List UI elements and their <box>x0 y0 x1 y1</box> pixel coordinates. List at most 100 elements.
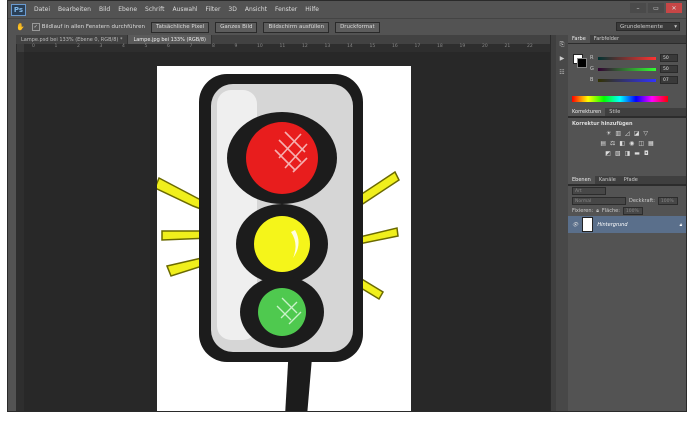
selective-color-icon[interactable]: ◘ <box>644 150 649 157</box>
canvas-area[interactable] <box>24 52 550 411</box>
tab-korrekturen[interactable]: Korrekturen <box>568 108 606 116</box>
photoshop-logo: Ps <box>11 3 26 16</box>
print-size-button[interactable]: Druckformat <box>335 21 380 33</box>
ruler-tick-label: 2 <box>77 44 80 49</box>
brightness-icon[interactable]: ☀ <box>606 130 611 137</box>
slider-b-value[interactable]: 07 <box>660 76 678 84</box>
menu-bar: Ps Datei Bearbeiten Bild Ebene Schrift A… <box>8 1 686 18</box>
actual-pixels-button[interactable]: Tatsächliche Pixel <box>151 21 210 33</box>
fit-screen-button[interactable]: Ganzes Bild <box>215 21 258 33</box>
gradient-map-icon[interactable]: ▬ <box>634 150 640 157</box>
posterize-icon[interactable]: ▧ <box>615 150 621 157</box>
tab-farbfelder[interactable]: Farbfelder <box>590 35 623 43</box>
layers-panel: Art Normal Deckkraft: 100% Fixieren: 🔒︎ … <box>568 185 686 233</box>
yellow-light <box>254 216 310 272</box>
fill-field[interactable]: 100% <box>622 207 643 215</box>
menu-filter[interactable]: Filter <box>202 6 225 13</box>
color-lookup-icon[interactable]: ▦ <box>648 140 654 147</box>
opacity-field[interactable]: 100% <box>657 197 678 205</box>
slider-r-track[interactable] <box>598 56 656 60</box>
fill-label: Fläche: <box>601 208 620 214</box>
restore-button[interactable]: ▭ <box>648 3 664 13</box>
properties-icon[interactable]: ☷ <box>558 69 566 77</box>
tab-stile[interactable]: Stile <box>605 108 624 116</box>
threshold-icon[interactable]: ◨ <box>625 150 631 157</box>
scroll-all-checkbox[interactable]: ✓ <box>31 23 40 31</box>
color-spectrum[interactable] <box>572 96 668 102</box>
curves-icon[interactable]: ◿ <box>625 130 630 137</box>
layer-row-background[interactable]: 👁︎ Hintergrund 🔒︎ <box>568 216 686 233</box>
hue-saturation-icon[interactable]: ▤ <box>600 140 606 147</box>
ruler-tick-label: 11 <box>279 44 286 49</box>
menu-ansicht[interactable]: Ansicht <box>241 6 271 13</box>
slider-g[interactable]: G 50 <box>590 65 678 73</box>
document-tabs: Lampe.psd bei 133% (Ebene 0, RGB/8) * La… <box>16 35 550 44</box>
blend-row: Normal Deckkraft: 100% <box>568 196 686 206</box>
scroll-all-label: Bildlauf in allen Fenstern durchführen <box>41 24 145 30</box>
workspace-select[interactable]: Grundelemente ▾ <box>616 22 680 31</box>
tab-pfade[interactable]: Pfade <box>620 176 642 184</box>
document-canvas[interactable] <box>157 66 411 411</box>
tab-ebenen[interactable]: Ebenen <box>568 176 595 184</box>
layer-name[interactable]: Hintergrund <box>597 222 627 228</box>
menu-auswahl[interactable]: Auswahl <box>168 6 201 13</box>
menu-hilfe[interactable]: Hilfe <box>301 6 323 13</box>
ruler-tick-label: 9 <box>234 44 238 49</box>
ruler-tick-label: 5 <box>144 44 148 49</box>
black-white-icon[interactable]: ◧ <box>619 140 625 147</box>
menu-schrift[interactable]: Schrift <box>141 6 168 13</box>
ruler-tick-label: 10 <box>257 44 263 49</box>
adjustment-icons-row-1: ☀ ▥ ◿ ◪ ▽ <box>568 130 686 137</box>
slider-r-value[interactable]: 50 <box>660 54 678 62</box>
menu-fenster[interactable]: Fenster <box>271 6 301 13</box>
ruler-tick-label: 6 <box>167 44 170 49</box>
close-button[interactable]: ✕ <box>666 3 682 13</box>
adjustments-panel-tabs: Korrekturen Stile <box>568 108 686 117</box>
layer-thumbnail <box>582 217 594 232</box>
exposure-icon[interactable]: ◪ <box>634 130 640 137</box>
ruler-tick-label: 19 <box>459 44 466 49</box>
layer-kind-filter[interactable]: Art <box>572 187 606 195</box>
hand-tool-icon[interactable]: ✋ <box>16 23 25 31</box>
channel-mixer-icon[interactable]: ◫ <box>638 140 644 147</box>
panels-column: Farbe Farbfelder R 50 G 50 B 07 Korrektu… <box>568 35 686 411</box>
adjustments-title: Korrektur hinzufügen <box>572 121 633 127</box>
menu-ebene[interactable]: Ebene <box>114 6 141 13</box>
lock-row: Fixieren: 🔒︎ Fläche: 100% <box>568 206 686 216</box>
blend-mode-select[interactable]: Normal <box>572 197 626 205</box>
menu-bild[interactable]: Bild <box>95 6 114 13</box>
fill-screen-button[interactable]: Bildschirm ausfüllen <box>263 21 330 33</box>
slider-g-track[interactable] <box>598 67 656 71</box>
photo-filter-icon[interactable]: ◉ <box>629 140 634 147</box>
adjustment-icons-row-2: ▤ ⚖ ◧ ◉ ◫ ▦ <box>568 140 686 147</box>
green-light <box>258 288 306 336</box>
slider-b[interactable]: B 07 <box>590 76 678 84</box>
tab-farbe[interactable]: Farbe <box>568 35 590 43</box>
lock-icon[interactable]: 🔒︎ <box>596 208 599 214</box>
invert-icon[interactable]: ◩ <box>605 150 611 157</box>
tab-lampe-jpg[interactable]: Lampe.jpg bei 133% (RGB/8) <box>128 35 212 44</box>
ruler-tick-label: 17 <box>414 44 421 49</box>
minimize-button[interactable]: – <box>630 3 646 13</box>
color-balance-icon[interactable]: ⚖ <box>610 140 615 147</box>
layer-filter-row: Art <box>568 186 686 196</box>
history-icon[interactable]: ⎘ <box>558 41 566 49</box>
actions-play-icon[interactable]: ▶ <box>558 55 566 63</box>
menu-bearbeiten[interactable]: Bearbeiten <box>54 6 95 13</box>
slider-g-label: G <box>590 66 594 72</box>
background-swatch[interactable] <box>577 58 587 68</box>
layers-panel-tabs: Ebenen Kanäle Pfade <box>568 176 686 185</box>
menu-3d[interactable]: 3D <box>224 6 240 13</box>
tab-lampe-psd[interactable]: Lampe.psd bei 133% (Ebene 0, RGB/8) * <box>16 35 129 44</box>
lock-label: Fixieren: <box>572 208 594 214</box>
slider-g-value[interactable]: 50 <box>660 65 678 73</box>
slider-b-track[interactable] <box>598 78 656 82</box>
slider-r-label: R <box>590 55 594 61</box>
tab-kanaele[interactable]: Kanäle <box>595 176 620 184</box>
visibility-eye-icon[interactable]: 👁︎ <box>572 222 578 228</box>
vibrance-icon[interactable]: ▽ <box>643 130 648 137</box>
slider-r[interactable]: R 50 <box>590 54 678 62</box>
menu-datei[interactable]: Datei <box>30 6 54 13</box>
levels-icon[interactable]: ▥ <box>615 130 621 137</box>
options-bar: ✋ ✓ Bildlauf in allen Fenstern durchführ… <box>8 18 686 36</box>
